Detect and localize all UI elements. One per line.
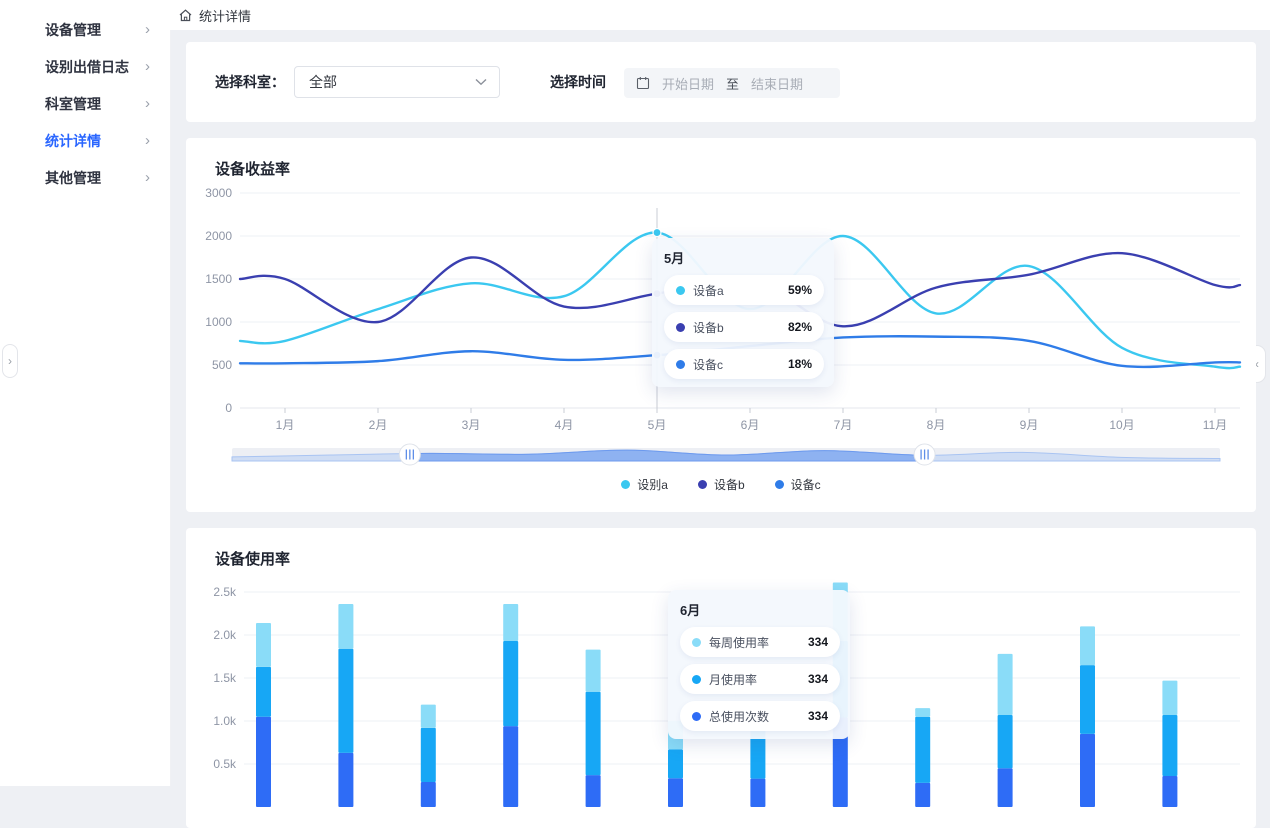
dept-select[interactable]: 全部	[294, 66, 500, 98]
svg-text:8月: 8月	[927, 418, 946, 432]
sidebar-item-label: 设别出借日志	[45, 57, 129, 77]
svg-text:2.5k: 2.5k	[213, 585, 237, 599]
svg-text:2月: 2月	[369, 418, 388, 432]
chevron-down-icon	[475, 78, 487, 86]
breadcrumb: 统计详情	[199, 6, 251, 25]
legend-item-a[interactable]: 设别a	[621, 476, 668, 493]
sidebar-item-other-management[interactable]: 其他管理 ›	[0, 159, 170, 196]
sidebar: 设备管理 › 设别出借日志 › 科室管理 › 统计详情 › 其他管理 ›	[0, 0, 171, 786]
date-separator: 至	[726, 74, 739, 93]
svg-text:0.5k: 0.5k	[213, 757, 237, 771]
sidebar-expand-toggle[interactable]: ›	[2, 344, 18, 378]
svg-text:4月: 4月	[555, 418, 574, 432]
monthly-usage-dot-icon	[692, 675, 701, 684]
svg-text:1.5k: 1.5k	[213, 671, 237, 685]
tooltip-row: 每周使用率 334	[680, 627, 840, 657]
sidebar-item-device-management[interactable]: 设备管理 ›	[0, 11, 170, 48]
bar-chart-tooltip: 6月 每周使用率 334 月使用率 334 总使用次数 334	[668, 590, 850, 739]
sidebar-item-lending-log[interactable]: 设别出借日志 ›	[0, 48, 170, 85]
calendar-icon	[636, 76, 650, 90]
svg-text:2.0k: 2.0k	[213, 628, 237, 642]
tooltip-row: 设备b 82%	[664, 312, 824, 342]
line-chart-tooltip: 5月 设备a 59% 设备b 82% 设备c 18%	[652, 238, 834, 387]
sidebar-item-department-management[interactable]: 科室管理 ›	[0, 85, 170, 122]
filter-card: 选择科室： 全部 选择时间 开始日期 至 结束日期	[186, 42, 1256, 122]
legend-item-c[interactable]: 设备c	[775, 476, 821, 493]
usage-chart-card: 设备使用率 2.5k2.0k1.5k1.0k0.5k 6月 每周使用率 334 …	[186, 528, 1256, 828]
legend-dot-icon	[775, 480, 784, 489]
svg-text:0: 0	[225, 401, 232, 415]
revenue-chart-card: 设备收益率 300020001500100050001月2月3月4月5月6月7月…	[186, 138, 1256, 512]
svg-text:6月: 6月	[741, 418, 760, 432]
tooltip-title: 6月	[680, 600, 840, 619]
svg-text:9月: 9月	[1020, 418, 1039, 432]
tooltip-row: 设备c 18%	[664, 349, 824, 379]
sidebar-item-label: 科室管理	[45, 94, 101, 114]
svg-text:5月: 5月	[648, 418, 667, 432]
breadcrumb-bar: 统计详情	[170, 0, 1270, 30]
tooltip-row: 设备a 59%	[664, 275, 824, 305]
legend-dot-icon	[698, 480, 707, 489]
chevron-right-icon: ›	[145, 21, 150, 38]
time-filter-label: 选择时间	[550, 72, 606, 92]
sidebar-item-label: 其他管理	[45, 168, 101, 188]
tooltip-row: 总使用次数 334	[680, 701, 840, 731]
legend-dot-icon	[621, 480, 630, 489]
weekly-usage-dot-icon	[692, 638, 701, 647]
svg-text:11月: 11月	[1203, 418, 1227, 432]
end-date-input[interactable]: 结束日期	[751, 74, 803, 93]
series-a-dot-icon	[676, 286, 685, 295]
svg-text:1月: 1月	[276, 418, 295, 432]
tooltip-row: 月使用率 334	[680, 664, 840, 694]
dept-select-value: 全部	[309, 72, 337, 92]
chevron-right-icon: ›	[145, 58, 150, 75]
svg-text:1000: 1000	[205, 315, 232, 329]
legend-item-b[interactable]: 设备b	[698, 476, 745, 493]
tooltip-title: 5月	[664, 248, 824, 267]
date-range-picker[interactable]: 开始日期 至 结束日期	[624, 68, 840, 98]
svg-text:500: 500	[212, 358, 232, 372]
chevron-right-icon: ›	[145, 132, 150, 149]
sidebar-item-label: 统计详情	[45, 131, 101, 151]
start-date-input[interactable]: 开始日期	[662, 74, 714, 93]
home-icon	[178, 8, 193, 23]
chevron-right-icon: ›	[145, 169, 150, 186]
svg-text:3000: 3000	[205, 186, 232, 200]
dept-filter-label: 选择科室：	[215, 72, 285, 92]
sidebar-item-statistics[interactable]: 统计详情 ›	[0, 122, 170, 159]
svg-text:10月: 10月	[1109, 418, 1134, 432]
series-b-dot-icon	[676, 323, 685, 332]
sidebar-item-label: 设备管理	[45, 20, 101, 40]
svg-text:7月: 7月	[834, 418, 853, 432]
series-c-dot-icon	[676, 360, 685, 369]
svg-text:3月: 3月	[462, 418, 481, 432]
svg-text:2000: 2000	[205, 229, 232, 243]
chart-legend: 设别a 设备b 设备c	[186, 476, 1256, 493]
svg-text:1500: 1500	[205, 272, 232, 286]
total-usage-dot-icon	[692, 712, 701, 721]
svg-text:1.0k: 1.0k	[213, 714, 237, 728]
chevron-right-icon: ›	[145, 95, 150, 112]
